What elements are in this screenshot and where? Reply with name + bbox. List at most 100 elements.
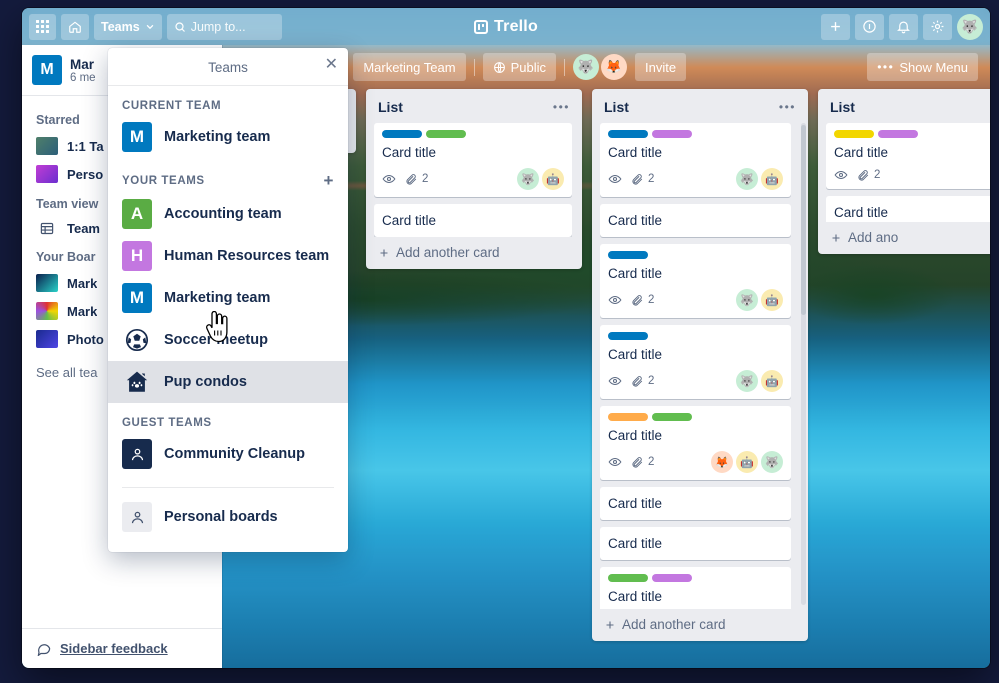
card[interactable]: Card title (600, 204, 791, 237)
card[interactable]: Card title (600, 487, 791, 520)
sidebar-feedback-link[interactable]: Sidebar feedback (60, 641, 168, 656)
popover-title: Teams (208, 60, 248, 75)
add-another-card-button[interactable]: Add another card (374, 237, 574, 263)
eye-icon (608, 174, 622, 184)
list-scrollbar-thumb[interactable] (801, 125, 806, 315)
card[interactable]: Card title 2 🦊 🤖 🐺 (600, 406, 791, 480)
robot-avatar[interactable]: 🤖 (761, 168, 783, 190)
list-menu-icon[interactable]: ••• (779, 100, 796, 114)
card-label[interactable] (608, 130, 648, 138)
member-avatar-fox[interactable]: 🦊 (600, 54, 627, 80)
list-title[interactable]: List (604, 99, 779, 115)
divider (563, 58, 565, 76)
team-name: Human Resources team (164, 248, 330, 264)
card[interactable]: Card title 2 (826, 123, 990, 189)
member-avatar-husky[interactable]: 🐺 (572, 54, 599, 80)
robot-avatar[interactable]: 🤖 (761, 370, 783, 392)
search-input[interactable]: Jump to... (166, 13, 282, 40)
board-visibility-button[interactable]: Public (482, 53, 556, 81)
sidebar-team-name: Mar (70, 56, 95, 72)
card-title: Card title (608, 589, 663, 604)
popover-team-accounting[interactable]: A Accounting team (108, 193, 348, 235)
popover-team-current[interactable]: M Marketing team (108, 116, 348, 158)
popover-team-community-cleanup[interactable]: Community Cleanup (108, 433, 348, 475)
popover-team-marketing[interactable]: M Marketing team (108, 277, 348, 319)
card-label[interactable] (652, 574, 692, 582)
attachment-count: 2 (422, 173, 429, 185)
husky-avatar[interactable]: 🐺 (736, 168, 758, 190)
card-label[interactable] (382, 130, 422, 138)
fox-avatar[interactable]: 🦊 (711, 451, 733, 473)
card-label[interactable] (652, 130, 692, 138)
card-labels (834, 130, 990, 138)
husky-avatar[interactable]: 🐺 (736, 370, 758, 392)
teams-menu-button[interactable]: Teams (94, 13, 162, 40)
card-label[interactable] (608, 413, 648, 421)
robot-avatar[interactable]: 🤖 (761, 289, 783, 311)
settings-button[interactable] (923, 13, 952, 40)
trello-logo-icon (474, 19, 489, 34)
soccer-ball-icon (122, 325, 152, 355)
card[interactable]: Card title2🐺🤖 (600, 244, 791, 318)
card-label[interactable] (608, 574, 648, 582)
card-list[interactable]: Card title 2 🐺 🤖 Card title Card title 2 🐺 🤖 Card… (600, 123, 800, 609)
team-name: Pup condos (164, 374, 247, 390)
card[interactable]: Card title (826, 196, 990, 222)
sidebar-board-label: 1:1 Ta (67, 138, 104, 154)
divider (122, 487, 334, 488)
card-list: Card title 2 🐺 🤖 Card title (374, 123, 574, 237)
teams-button-label: Teams (101, 19, 140, 34)
board-team-chip[interactable]: Marketing Team (353, 53, 466, 81)
add-button[interactable] (821, 13, 850, 40)
people-icon (122, 502, 152, 532)
card[interactable]: Card title 2 🐺 🤖 (374, 123, 572, 197)
divider (473, 58, 475, 76)
close-icon[interactable]: ✕ (325, 57, 338, 73)
card[interactable]: Card title2🐺🤖 (600, 325, 791, 399)
show-menu-label: Show Menu (899, 59, 968, 75)
invite-button[interactable]: Invite (634, 53, 687, 81)
add-another-card-button[interactable]: Add ano (826, 222, 990, 248)
card-label[interactable] (878, 130, 918, 138)
add-another-card-button[interactable]: Add another card (600, 609, 800, 635)
card-label[interactable] (608, 251, 648, 259)
card[interactable]: Card title (374, 204, 572, 237)
robot-avatar[interactable]: 🤖 (542, 168, 564, 190)
info-button[interactable] (855, 13, 884, 40)
popover-team-human-resources[interactable]: H Human Resources team (108, 235, 348, 277)
brand-label: Trello (494, 17, 538, 35)
list-title[interactable]: List (830, 99, 990, 115)
dots-icon: ••• (877, 60, 895, 74)
info-icon (863, 20, 876, 33)
card-label[interactable] (426, 130, 466, 138)
card-label[interactable] (652, 413, 692, 421)
team-avatar: M (32, 55, 62, 85)
robot-avatar[interactable]: 🤖 (736, 451, 758, 473)
card-label[interactable] (834, 130, 874, 138)
show-menu-button[interactable]: ••• Show Menu (867, 53, 978, 81)
card-label[interactable] (608, 332, 648, 340)
paperclip-icon (632, 375, 643, 387)
card-title: Card title (608, 213, 663, 228)
team-name: Soccer meetup (164, 332, 268, 348)
list-title[interactable]: List (378, 99, 553, 115)
card-badges: 2 🦊 🤖 🐺 (608, 451, 783, 473)
card-title: Card title (608, 536, 663, 551)
popover-personal-boards[interactable]: Personal boards (108, 496, 348, 538)
user-avatar[interactable]: 🐺 (957, 13, 983, 40)
list-menu-icon[interactable]: ••• (553, 100, 570, 114)
popover-team-soccer-meetup[interactable]: Soccer meetup (108, 319, 348, 361)
popover-team-pup-condos[interactable]: Pup condos (108, 361, 348, 403)
plus-icon[interactable]: + (323, 172, 334, 189)
husky-avatar[interactable]: 🐺 (517, 168, 539, 190)
card[interactable]: Card title (600, 527, 791, 560)
board-thumbnail (36, 165, 58, 183)
card[interactable]: Card title2🐺🤖 (600, 567, 791, 609)
notifications-button[interactable] (889, 13, 918, 40)
home-button[interactable] (61, 13, 89, 40)
card[interactable]: Card title2🐺🤖 (600, 123, 791, 197)
husky-avatar[interactable]: 🐺 (761, 451, 783, 473)
apps-grid-button[interactable] (29, 13, 56, 40)
husky-avatar[interactable]: 🐺 (736, 289, 758, 311)
search-icon (175, 21, 185, 32)
